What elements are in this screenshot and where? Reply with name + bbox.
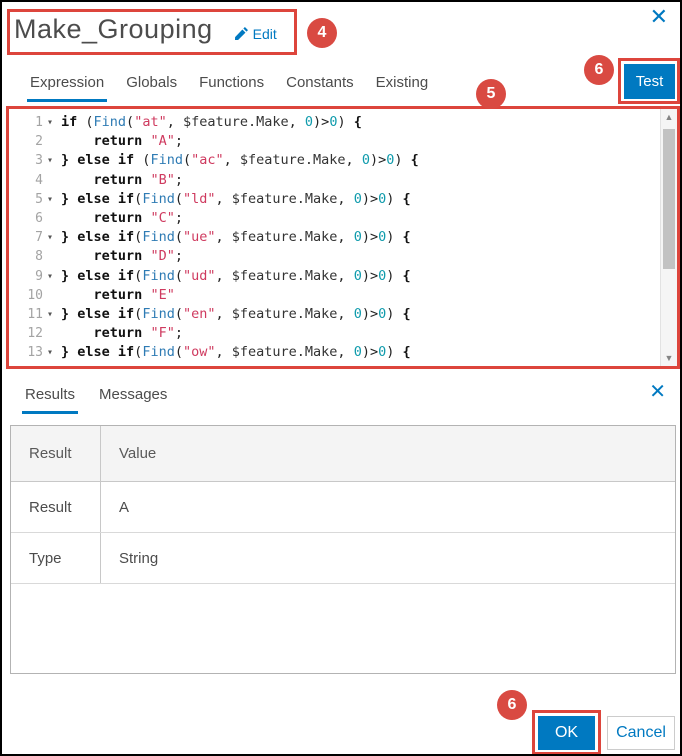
line-number: 1 — [35, 115, 43, 130]
row-value-cell: String — [119, 549, 159, 567]
tab-existing[interactable]: Existing — [373, 74, 432, 102]
code-text: return "C"; — [93, 209, 183, 226]
results-tab-messages[interactable]: Messages — [96, 386, 170, 414]
edit-button[interactable]: Edit — [234, 25, 277, 42]
table-row: Type String — [11, 533, 675, 584]
results-table-empty-area — [11, 584, 675, 673]
code-text: return "A"; — [93, 133, 183, 150]
code-text: } else if(Find("ue", $feature.Make, 0)>0… — [61, 229, 411, 246]
line-number: 9 — [35, 268, 43, 284]
tab-functions[interactable]: Functions — [196, 74, 267, 102]
code-line[interactable]: 3 ▾} else if (Find("ac", $feature.Make, 0… — [9, 151, 660, 170]
fold-icon[interactable]: ▾ — [43, 228, 57, 247]
scrollbar-thumb[interactable] — [663, 129, 675, 269]
line-number: 5 — [35, 191, 43, 207]
code-text: return "B"; — [93, 171, 183, 188]
page-title: Make_Grouping — [14, 14, 213, 44]
line-number: 8 — [35, 249, 43, 265]
dialog-close-icon[interactable]: ✕ — [650, 6, 668, 28]
line-number: 13 — [27, 345, 43, 361]
code-text: if (Find("at", $feature.Make, 0)>0) { — [61, 114, 362, 130]
code-line[interactable]: 5 ▾} else if(Find("ld", $feature.Make, 0)… — [9, 190, 660, 209]
line-number: 3 — [35, 153, 43, 169]
code-text: } else if(Find("ld", $feature.Make, 0)>0… — [61, 190, 411, 207]
ok-button[interactable]: OK — [538, 716, 595, 750]
code-text: return "F"; — [93, 325, 183, 342]
code-text: } else if (Find("ac", $feature.Make, 0)>… — [61, 152, 419, 169]
line-number: 2 — [35, 134, 43, 150]
annotation-badge-6-test: 6 — [584, 55, 614, 85]
tab-expression[interactable]: Expression — [27, 74, 108, 102]
code-line[interactable]: 13 ▾} else if(Find("ow", $feature.Make, 0… — [9, 343, 660, 362]
fold-icon[interactable]: ▾ — [43, 305, 57, 324]
editor-scrollbar[interactable]: ▲ ▼ — [660, 109, 677, 366]
results-table: Result Value Result A Type String — [10, 425, 676, 674]
edit-label: Edit — [252, 25, 277, 42]
code-line[interactable]: 4 return "B"; — [9, 171, 660, 190]
line-number: 12 — [27, 326, 43, 342]
code-text: } else if(Find("en", $feature.Make, 0)>0… — [61, 305, 411, 322]
row-value-cell: A — [119, 498, 130, 516]
code-line[interactable]: 2 return "A"; — [9, 132, 660, 151]
fold-icon[interactable]: ▾ — [43, 190, 57, 209]
row-label-cell: Result — [11, 482, 101, 532]
code-text: } else if(Find("ud", $feature.Make, 0)>0… — [61, 267, 411, 284]
scroll-down-icon[interactable]: ▼ — [661, 350, 677, 366]
row-label-cell: Type — [11, 533, 101, 583]
editor-tab-bar: Expression Globals Functions Constants Exist… — [27, 74, 447, 102]
results-table-body: Result A Type String — [11, 482, 675, 584]
line-number: 10 — [27, 287, 43, 303]
line-number: 6 — [35, 210, 43, 226]
code-editor[interactable]: 1 ▾ if (Find("at", $feature.Make, 0)>0) {2… — [6, 106, 680, 369]
results-tab-results[interactable]: Results — [22, 386, 79, 414]
line-number: 11 — [27, 306, 43, 322]
tab-constants[interactable]: Constants — [283, 74, 357, 102]
fold-icon[interactable]: ▾ — [43, 343, 57, 362]
annotation-badge-5: 5 — [476, 79, 506, 109]
results-close-icon[interactable]: ✕ — [649, 382, 666, 402]
header-cell-result: Result — [11, 426, 101, 481]
expression-editor-dialog: Make_Grouping Edit ✕ Expression Globals Fu… — [0, 0, 682, 756]
tab-globals[interactable]: Globals — [123, 74, 180, 102]
test-button[interactable]: Test — [624, 64, 675, 99]
code-text: return "D"; — [93, 248, 183, 265]
code-area[interactable]: 1 ▾ if (Find("at", $feature.Make, 0)>0) {2… — [9, 109, 660, 366]
cancel-button[interactable]: Cancel — [607, 716, 675, 750]
code-line[interactable]: 10 return "E" — [9, 286, 660, 305]
fold-icon[interactable]: ▾ — [43, 151, 57, 170]
code-line[interactable]: 7 ▾} else if(Find("ue", $feature.Make, 0)… — [9, 228, 660, 247]
results-table-header: Result Value — [11, 426, 675, 482]
annotation-badge-4: 4 — [307, 18, 337, 48]
code-line[interactable]: 1 ▾ if (Find("at", $feature.Make, 0)>0) { — [9, 113, 660, 132]
results-tab-bar: Results Messages — [22, 386, 188, 414]
line-number: 4 — [35, 172, 43, 188]
line-number: 7 — [35, 230, 43, 246]
code-line[interactable]: 12 return "F"; — [9, 324, 660, 343]
code-text: return "E" — [93, 286, 175, 303]
code-text: } else if(Find("ow", $feature.Make, 0)>0… — [61, 344, 411, 361]
pencil-icon — [234, 27, 248, 40]
code-line[interactable]: 8 return "D"; — [9, 247, 660, 266]
header-cell-value: Value — [119, 445, 157, 462]
fold-icon[interactable]: ▾ — [43, 267, 57, 286]
fold-icon[interactable]: ▾ — [43, 113, 57, 132]
annotation-badge-6-ok: 6 — [497, 690, 527, 720]
table-row: Result A — [11, 482, 675, 533]
code-line[interactable]: 9 ▾} else if(Find("ud", $feature.Make, 0)… — [9, 267, 660, 286]
scroll-up-icon[interactable]: ▲ — [661, 109, 677, 125]
code-line[interactable]: 11 ▾} else if(Find("en", $feature.Make, 0… — [9, 305, 660, 324]
header: Make_Grouping Edit — [14, 14, 277, 45]
code-line[interactable]: 6 return "C"; — [9, 209, 660, 228]
